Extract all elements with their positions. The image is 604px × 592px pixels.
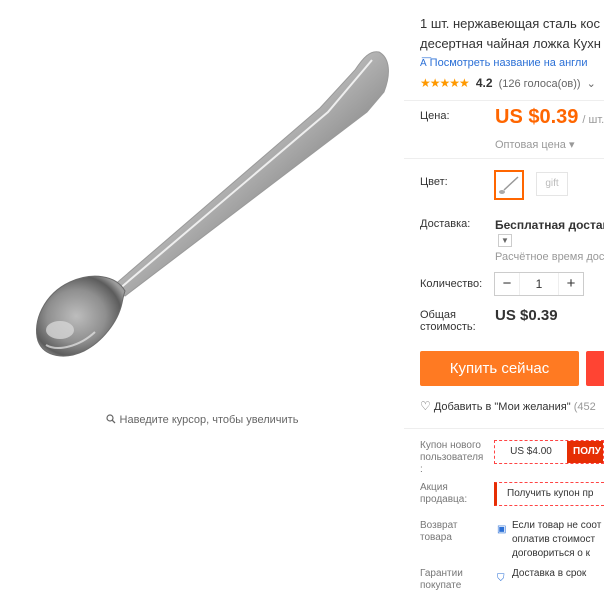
divider xyxy=(404,100,604,101)
new-user-coupon-label-line3: : xyxy=(420,464,423,475)
product-title-line2: десертная чайная ложка Кухн xyxy=(420,36,601,51)
chevron-down-icon: ▼ xyxy=(501,236,509,245)
quantity-input[interactable]: 1 xyxy=(519,273,559,295)
zoom-hint: Наведите курсор, чтобы увеличить xyxy=(0,414,404,427)
new-user-coupon-label-line2: пользователя xyxy=(420,452,484,463)
return-policy-line1: Если товар не соот xyxy=(512,520,602,531)
buy-now-button[interactable]: Купить сейчас xyxy=(420,351,579,386)
translate-link[interactable]: A͞ Посмотреть название на англи xyxy=(420,57,604,69)
price-unit: / шт. xyxy=(582,114,604,126)
returns-label-line1: Возврат xyxy=(420,520,458,531)
rating-value: 4.2 xyxy=(475,76,493,90)
divider xyxy=(404,428,604,429)
coupon-amount: US $4.00 xyxy=(510,446,552,457)
wishlist-count: (452 xyxy=(573,401,596,413)
zoom-hint-text: Наведите курсор, чтобы увеличить xyxy=(119,414,299,426)
add-to-wishlist-link[interactable]: ♡ Добавить в "Мои желания" (452 xyxy=(420,399,596,413)
star-rating-icon: ★★★★★ xyxy=(420,76,470,90)
price-value: US $0.39/ шт. xyxy=(495,106,604,129)
guarantee-label: Гарантии покупате xyxy=(420,568,463,592)
translate-icon: A͞ xyxy=(420,58,427,69)
quantity-decrease-button[interactable]: − xyxy=(495,273,519,295)
seller-promo-label-line1: Акция xyxy=(420,482,448,493)
seller-promo-label: Акция продавца: xyxy=(420,482,467,506)
color-option-gift[interactable]: gift xyxy=(536,172,568,196)
spoon-thumbnail-icon xyxy=(499,176,519,194)
guarantee-label-line2: покупате xyxy=(420,580,462,591)
translate-link-text: Посмотреть название на англи xyxy=(429,57,588,69)
new-user-coupon-label-line1: Купон нового xyxy=(420,440,481,451)
price-label: Цена: xyxy=(420,110,450,122)
return-policy-text: Если товар не соот оплатив стоимост дого… xyxy=(512,519,601,561)
wholesale-price-link[interactable]: Оптовая цена ▾ xyxy=(495,138,574,151)
quantity-label: Количество: xyxy=(420,278,483,290)
add-to-cart-button[interactable] xyxy=(586,351,604,386)
chevron-down-icon: ⌄ xyxy=(586,78,596,90)
shipping-options-dropdown[interactable]: ▼ xyxy=(498,234,512,247)
product-image[interactable] xyxy=(0,0,404,412)
total-label-line1: Общая xyxy=(420,309,456,321)
quantity-increase-button[interactable]: + xyxy=(559,273,583,295)
returns-label-line2: товара xyxy=(420,532,452,543)
seller-coupon-button[interactable]: Получить купон пр xyxy=(494,482,604,506)
total-value: US $0.39 xyxy=(495,307,558,324)
shipping-label: Доставка: xyxy=(420,218,471,230)
guarantee-label-line1: Гарантии xyxy=(420,568,463,579)
get-coupon-button[interactable]: ПОЛУ xyxy=(567,441,603,463)
wishlist-label: Добавить в "Мои желания" xyxy=(433,401,571,413)
product-title: 1 шт. нержавеющая сталь кос десертная ча… xyxy=(420,14,604,54)
price-amount: US $0.39 xyxy=(495,106,579,128)
returns-label: Возврат товара xyxy=(420,520,458,544)
product-title-line1: 1 шт. нержавеющая сталь кос xyxy=(420,16,600,31)
total-label: Общая стоимость: xyxy=(420,309,476,333)
votes-count: (126 голоса(ов)) xyxy=(498,78,581,90)
return-policy-line3: договориться о к xyxy=(512,548,590,559)
new-user-coupon[interactable]: US $4.00 ПОЛУ xyxy=(494,440,604,464)
spoon-image xyxy=(36,51,389,357)
shipping-estimate: Расчётное время дост xyxy=(495,251,604,263)
on-time-delivery: Доставка в срок xyxy=(512,568,587,579)
search-icon xyxy=(105,414,116,427)
heart-plus-icon: ♡ xyxy=(420,399,431,413)
divider xyxy=(404,158,604,159)
shield-check-icon: ⛉ xyxy=(497,573,505,584)
rating-summary[interactable]: ★★★★★ 4.2 (126 голоса(ов)) ⌄ xyxy=(420,76,604,90)
seller-promo-label-line2: продавца: xyxy=(420,494,468,505)
color-label: Цвет: xyxy=(420,176,448,188)
return-policy-line2: оплатив стоимост xyxy=(512,534,596,545)
total-label-line2: стоимость: xyxy=(420,321,476,333)
shipping-value: Бесплатная доставка xyxy=(495,218,604,232)
return-policy-icon: ▣ xyxy=(497,524,507,535)
color-option-spoon[interactable] xyxy=(494,170,524,200)
new-user-coupon-label: Купон нового пользователя : xyxy=(420,440,483,476)
quantity-stepper: − 1 + xyxy=(494,272,584,296)
